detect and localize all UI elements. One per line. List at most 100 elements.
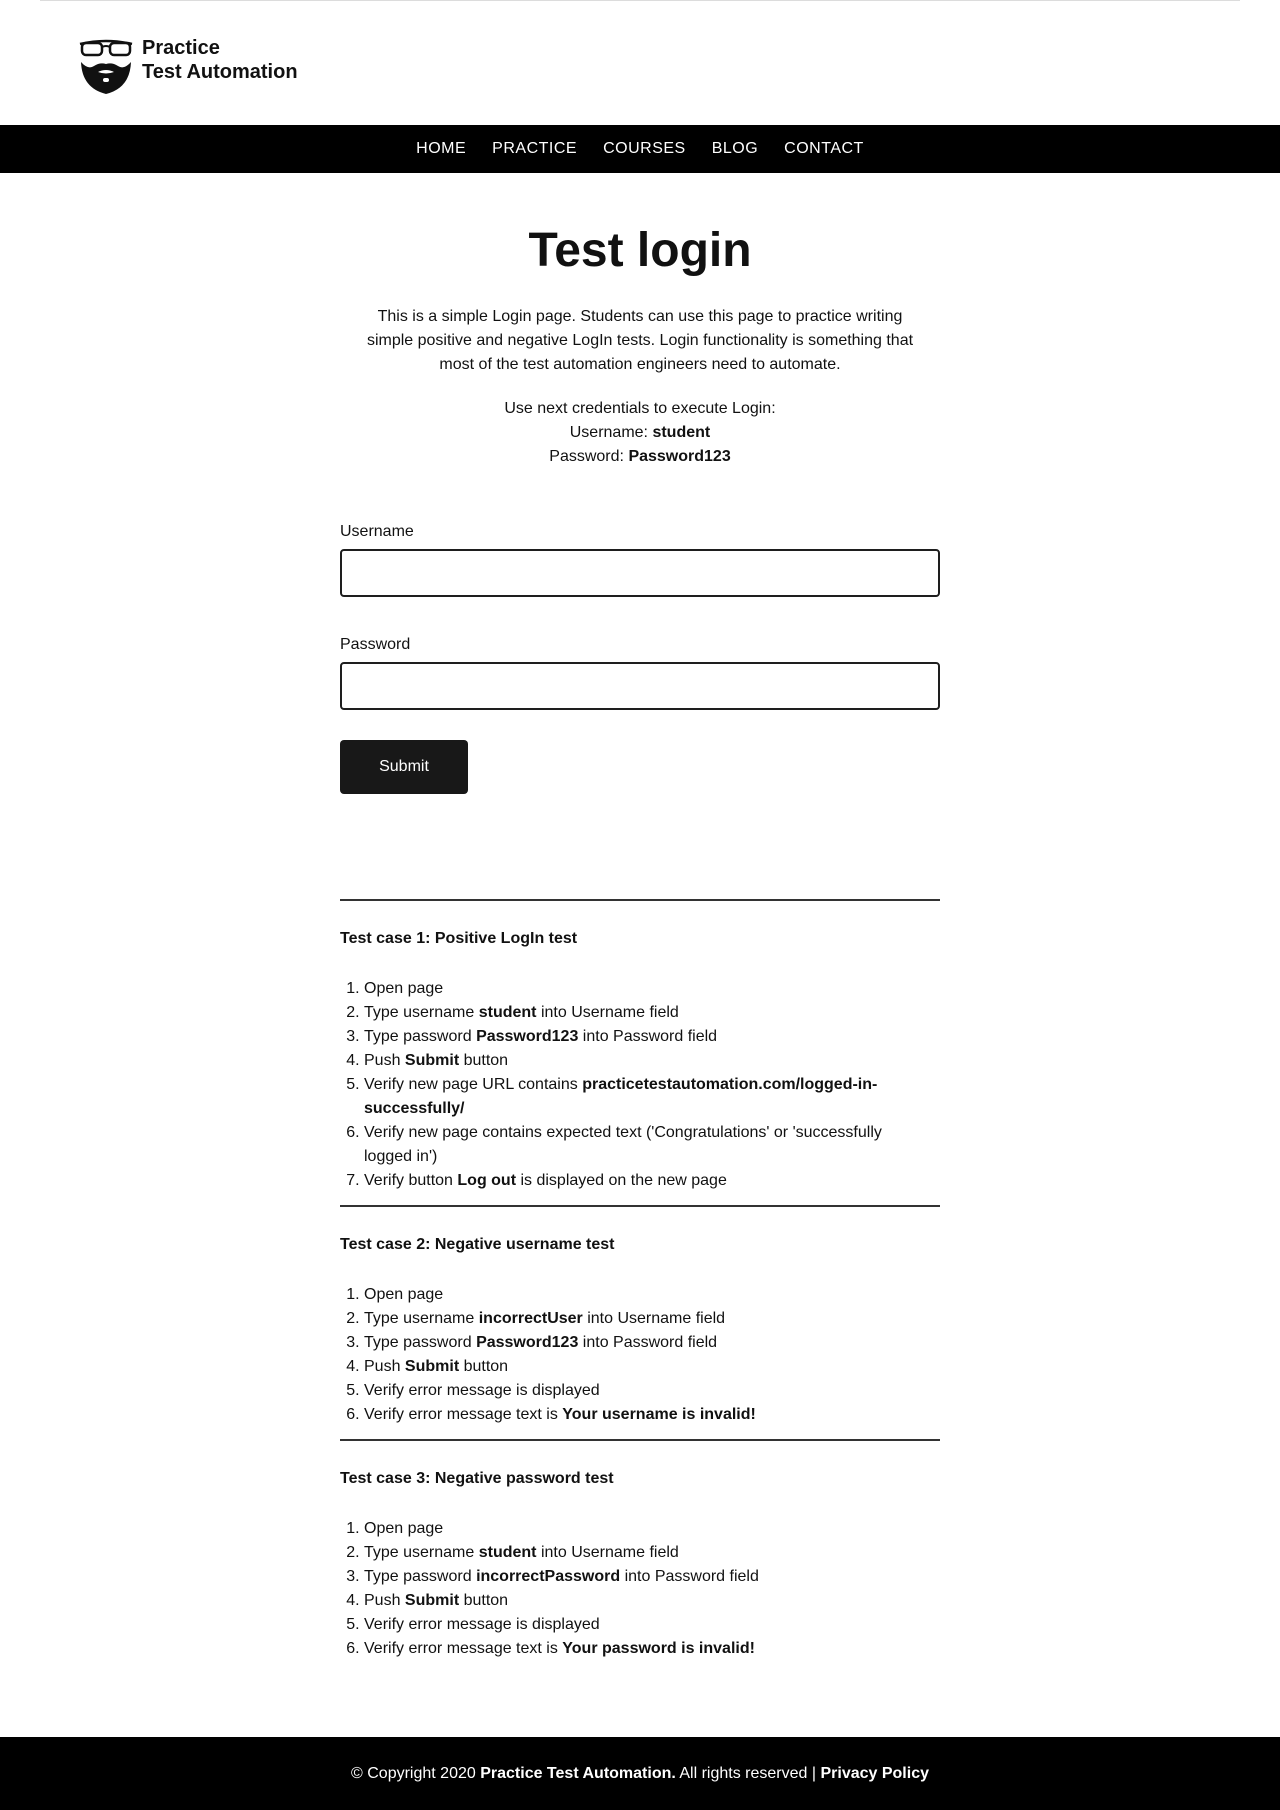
test-steps: Open page Type username incorrectUser in…: [340, 1283, 890, 1427]
step-text: Open page: [364, 1520, 444, 1537]
step-text: Push: [364, 1052, 405, 1069]
test-steps: Open page Type username student into Use…: [340, 977, 890, 1193]
step-emphasis: student: [478, 1544, 537, 1561]
nav-blog[interactable]: BLOG: [712, 125, 758, 173]
test-steps: Open page Type username student into Use…: [340, 1517, 890, 1661]
step-emphasis: Submit: [404, 1592, 460, 1609]
bearded-glasses-face-icon: [79, 39, 133, 94]
step-text: Push: [364, 1592, 405, 1609]
nav-contact[interactable]: CONTACT: [784, 125, 864, 173]
list-item: Verify button Log out is displayed on th…: [364, 1169, 890, 1193]
brand-line-1: Practice: [142, 37, 220, 59]
list-item: Open page: [364, 1517, 890, 1541]
list-item: Type password Password123 into Password …: [364, 1331, 890, 1355]
password-group: Password: [340, 635, 940, 710]
top-divider: [40, 0, 1240, 1]
step-text: Type username: [364, 1544, 479, 1561]
username-label: Username: [340, 523, 414, 540]
list-item: Type password incorrectPassword into Pas…: [364, 1565, 890, 1589]
step-text: Verify button: [364, 1172, 458, 1189]
step-emphasis: Password123: [476, 1028, 579, 1045]
list-item: Type username student into Username fiel…: [364, 1001, 890, 1025]
nav-home[interactable]: HOME: [416, 125, 466, 173]
brand-name: Practice Test Automation: [142, 36, 298, 84]
list-item: Type username student into Username fiel…: [364, 1541, 890, 1565]
divider: [340, 1205, 940, 1207]
site-footer: © Copyright 2020 Practice Test Automatio…: [0, 1737, 1280, 1810]
step-text: Verify new page URL contains: [364, 1076, 583, 1093]
main-navigation: HOME PRACTICE COURSES BLOG CONTACT: [0, 125, 1280, 173]
step-emphasis: Your username is invalid!: [562, 1406, 756, 1423]
step-emphasis: incorrectUser: [478, 1310, 583, 1327]
intro-paragraph: This is a simple Login page. Students ca…: [366, 308, 914, 373]
test-case-title: Test case 2: Negative username test: [340, 1236, 615, 1253]
test-case-1: Test case 1: Positive LogIn test Open pa…: [340, 929, 940, 1193]
step-emphasis: Submit: [404, 1358, 460, 1375]
password-input[interactable]: [340, 662, 940, 710]
list-item: Verify new page contains expected text (…: [364, 1121, 890, 1169]
step-emphasis: Submit: [404, 1052, 460, 1069]
login-form: Username Password Submit: [340, 522, 940, 794]
divider: [340, 1439, 940, 1441]
step-text: Verify error message is displayed: [364, 1382, 600, 1399]
credentials-username-value: student: [652, 424, 711, 441]
footer-rights: All rights reserved |: [675, 1764, 821, 1782]
step-text: into Username field: [536, 1544, 679, 1561]
step-emphasis: incorrectPassword: [476, 1568, 621, 1585]
list-item: Verify error message is displayed: [364, 1613, 890, 1637]
step-text: Verify error message text is: [364, 1406, 563, 1423]
list-item: Verify error message is displayed: [364, 1379, 890, 1403]
test-case-title: Test case 1: Positive LogIn test: [340, 930, 578, 947]
credentials-username-label: Username:: [569, 424, 648, 441]
step-emphasis: Log out: [457, 1172, 517, 1189]
step-emphasis: Password123: [476, 1334, 579, 1351]
page-title: Test login: [528, 224, 752, 277]
credentials-password: Password: Password123: [340, 445, 940, 469]
step-text: Open page: [364, 980, 444, 997]
step-text: Type password: [364, 1334, 477, 1351]
submit-button[interactable]: Submit: [340, 740, 468, 794]
divider: [340, 899, 940, 901]
list-item: Open page: [364, 1283, 890, 1307]
step-text: into Password field: [578, 1028, 718, 1045]
credentials-username: Username: student: [340, 421, 940, 445]
step-text: Type password: [364, 1568, 477, 1585]
list-item: Verify error message text is Your passwo…: [364, 1637, 890, 1661]
step-text: button: [459, 1592, 509, 1609]
credentials-password-value: Password123: [628, 448, 731, 465]
list-item: Push Submit button: [364, 1355, 890, 1379]
footer-copyright: © Copyright 2020: [351, 1764, 481, 1782]
step-text: into Username field: [582, 1310, 726, 1327]
username-input[interactable]: [340, 549, 940, 597]
credentials-heading: Use next credentials to execute Login:: [504, 400, 776, 417]
footer-brand: Practice Test Automation.: [480, 1764, 676, 1782]
step-text: into Password field: [620, 1568, 759, 1585]
password-label: Password: [340, 636, 411, 653]
step-text: button: [459, 1358, 509, 1375]
credentials-password-label: Password:: [549, 448, 624, 465]
test-case-3: Test case 3: Negative password test Open…: [340, 1469, 940, 1661]
list-item: Verify new page URL contains practicetes…: [364, 1073, 890, 1121]
step-text: Push: [364, 1358, 405, 1375]
step-text: Type password: [364, 1028, 477, 1045]
list-item: Open page: [364, 977, 890, 1001]
brand-line-2: Test Automation: [142, 61, 298, 83]
step-text: Open page: [364, 1286, 444, 1303]
step-text: Type username: [364, 1004, 479, 1021]
step-text: into Username field: [536, 1004, 679, 1021]
list-item: Push Submit button: [364, 1589, 890, 1613]
step-text: Verify new page contains expected text (…: [364, 1124, 882, 1165]
main-content: Test login This is a simple Login page. …: [340, 173, 940, 1661]
site-logo-link[interactable]: Practice Test Automation: [78, 36, 298, 96]
step-text: is displayed on the new page: [516, 1172, 727, 1189]
nav-practice[interactable]: PRACTICE: [492, 125, 577, 173]
step-text: into Password field: [578, 1334, 718, 1351]
credentials-info: Use next credentials to execute Login: U…: [340, 397, 940, 469]
list-item: Verify error message text is Your userna…: [364, 1403, 890, 1427]
privacy-policy-link[interactable]: Privacy Policy: [820, 1765, 929, 1783]
nav-courses[interactable]: COURSES: [603, 125, 686, 173]
step-emphasis: student: [478, 1004, 537, 1021]
test-case-2: Test case 2: Negative username test Open…: [340, 1235, 940, 1427]
test-case-title: Test case 3: Negative password test: [340, 1470, 614, 1487]
step-emphasis: Your password is invalid!: [562, 1640, 755, 1657]
